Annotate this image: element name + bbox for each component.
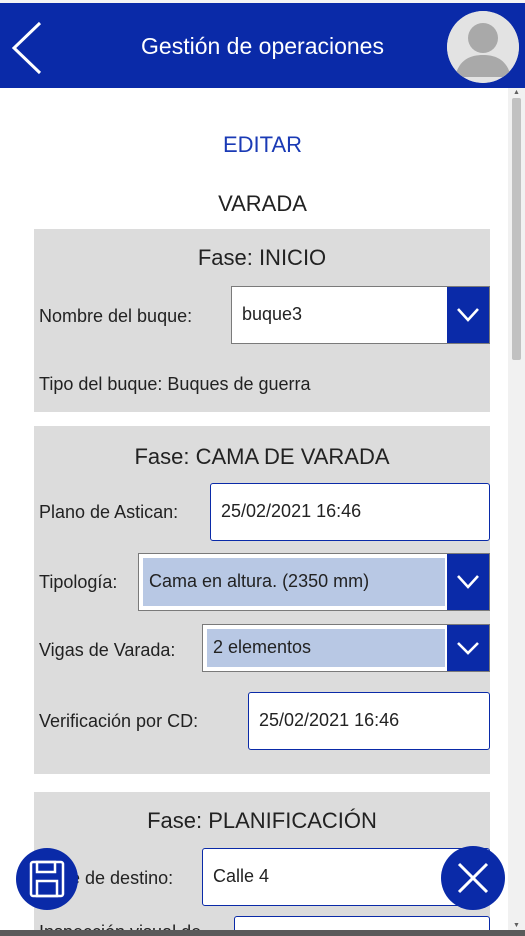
operation-title: VARADA xyxy=(218,191,307,216)
user-avatar-icon xyxy=(447,11,519,83)
phase-cama-title: Fase: CAMA DE VARADA xyxy=(134,444,390,469)
phase-planificacion-card: Fase: PLANIFICACIÓN Calle de destino: Ca… xyxy=(34,792,490,930)
tipologia-select[interactable]: Cama en altura. (2350 mm) xyxy=(138,553,490,611)
tipologia-value: Cama en altura. (2350 mm) xyxy=(149,571,370,591)
plano-value: 25/02/2021 16:46 xyxy=(221,501,362,521)
main-content: EDITAR VARADA Fase: INICIO Nombre del bu… xyxy=(0,88,508,930)
phase-inicio-card: Fase: INICIO Nombre del buque: buque3 Ti… xyxy=(34,229,490,412)
scroll-down-arrow-icon[interactable]: ▼ xyxy=(513,922,520,929)
tipologia-label: Tipología: xyxy=(39,572,118,592)
app-header: Gestión de operaciones xyxy=(0,0,525,88)
plano-label: Plano de Astican: xyxy=(39,502,179,522)
ship-name-select[interactable]: buque3 xyxy=(231,286,490,344)
verificacion-date-input[interactable]: 25/02/2021 16:46 xyxy=(248,692,490,750)
plano-date-input[interactable]: 25/02/2021 16:46 xyxy=(210,483,490,541)
ship-name-label: Nombre del buque: xyxy=(39,306,193,326)
vigas-select[interactable]: 2 elementos xyxy=(202,624,490,672)
avatar[interactable] xyxy=(447,11,519,83)
close-icon xyxy=(457,862,489,894)
phase-cama-card: Fase: CAMA DE VARADA Plano de Astican: 2… xyxy=(34,426,490,774)
vigas-label: Vigas de Varada: xyxy=(39,640,176,660)
verificacion-value: 25/02/2021 16:46 xyxy=(259,710,400,730)
phase-planificacion-title: Fase: PLANIFICACIÓN xyxy=(147,808,377,833)
calle-value: Calle 4 xyxy=(213,866,270,886)
floppy-disk-icon xyxy=(29,860,65,898)
scrollbar[interactable]: ▲ ▼ xyxy=(508,88,525,930)
verificacion-label: Verificación por CD: xyxy=(39,711,199,731)
ship-type-text: Tipo del buque: Buques de guerra xyxy=(39,374,311,394)
phase-inicio-title: Fase: INICIO xyxy=(197,245,327,270)
close-button[interactable] xyxy=(441,846,505,910)
edit-link[interactable]: EDITAR xyxy=(0,132,508,158)
chevron-down-icon[interactable] xyxy=(447,625,489,671)
vigas-value: 2 elementos xyxy=(213,637,312,657)
scroll-thumb[interactable] xyxy=(512,98,521,360)
bottom-edge-bar xyxy=(0,930,525,936)
inspeccion-input[interactable] xyxy=(234,916,490,930)
ship-name-value: buque3 xyxy=(242,304,303,324)
scroll-up-arrow-icon[interactable]: ▲ xyxy=(513,89,520,96)
save-button[interactable] xyxy=(16,848,78,910)
inspeccion-label: Inspección visual de xyxy=(39,922,201,930)
chevron-down-icon[interactable] xyxy=(447,287,489,343)
chevron-down-icon[interactable] xyxy=(447,554,489,610)
